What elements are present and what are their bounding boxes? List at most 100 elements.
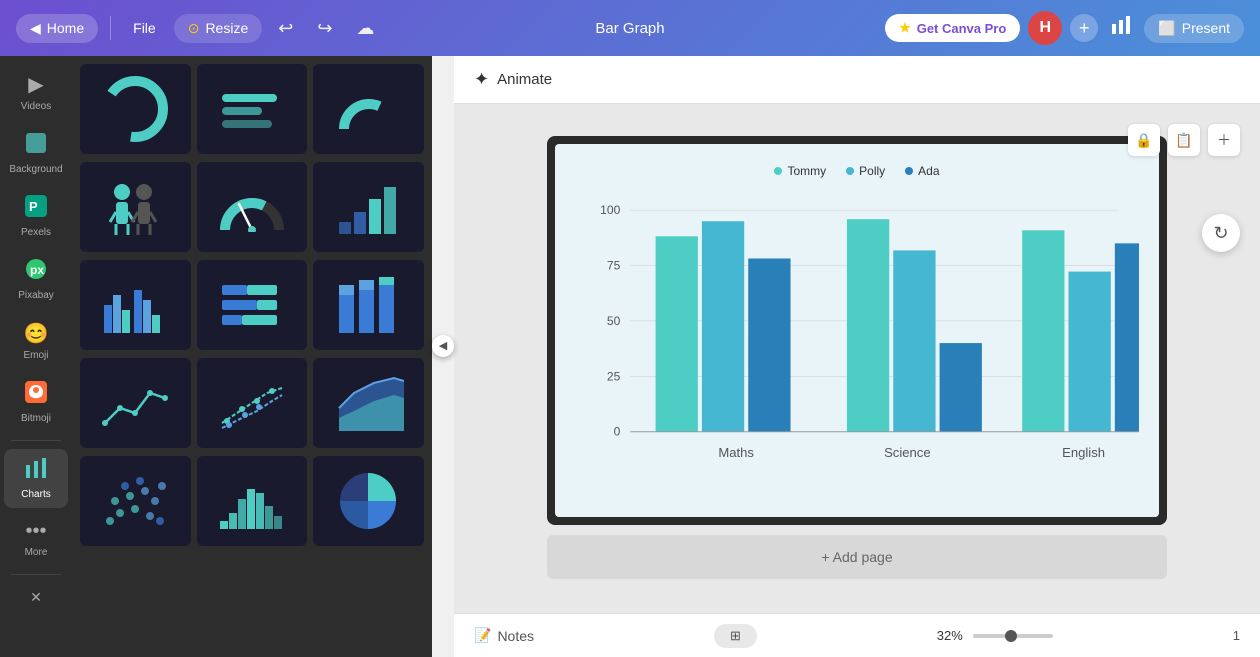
sidebar-item-bitmoji[interactable]: Bitmoji [4, 373, 68, 432]
svg-text:100: 100 [600, 203, 620, 217]
svg-text:px: px [30, 263, 44, 277]
svg-text:0: 0 [614, 425, 621, 439]
home-icon: ◀ [30, 20, 41, 37]
pexels-icon: P [25, 195, 47, 223]
charts-grid-row4 [80, 358, 424, 448]
legend-tommy: Tommy [774, 164, 826, 178]
chart-legend: Tommy Polly Ada [575, 164, 1139, 178]
hide-panel-button[interactable]: ◀ [432, 335, 454, 357]
legend-label-tommy: Tommy [787, 164, 826, 178]
sidebar-item-more-label: More [25, 547, 48, 558]
legend-dot-polly [846, 167, 854, 175]
sidebar-item-emoji-label: Emoji [23, 350, 48, 361]
background-icon [25, 132, 47, 160]
chart-thumb-histogram[interactable] [197, 456, 308, 546]
chart-thumb-horiz-stacked[interactable] [197, 260, 308, 350]
sidebar-item-background-label: Background [9, 164, 62, 175]
legend-label-ada: Ada [918, 164, 939, 178]
main-layout: ▶ Videos Background P Pexels px Pixabay … [0, 56, 1260, 657]
charts-grid-row5 [80, 456, 424, 546]
add-button[interactable]: ＋ [1208, 124, 1240, 156]
chart-thumb-half-donut[interactable] [313, 64, 424, 154]
zoom-slider[interactable] [973, 634, 1053, 638]
sidebar-item-pixabay-label: Pixabay [18, 290, 54, 301]
notes-label: Notes [497, 628, 534, 644]
chart-thumb-gauge[interactable] [197, 162, 308, 252]
file-button[interactable]: File [123, 14, 166, 42]
navbar: ◀ Home File ⊙ Resize ↩ ↪ ☁ Bar Graph ★ G… [0, 0, 1260, 56]
present-button[interactable]: ⬜ Present [1144, 14, 1244, 43]
svg-text:English: English [1062, 445, 1105, 460]
add-collaborator-button[interactable]: + [1070, 14, 1098, 42]
copy-button[interactable]: 📋 [1168, 124, 1200, 156]
chart-thumb-stacked-bar[interactable] [313, 260, 424, 350]
sidebar-item-more[interactable]: ••• More [4, 512, 68, 566]
show-pages-button[interactable]: ⊞ [714, 624, 757, 648]
nav-right: ★ Get Canva Pro H + ⬜ Present [885, 10, 1244, 46]
canva-pro-label: Get Canva Pro [917, 21, 1007, 36]
svg-text:P: P [29, 199, 38, 214]
zoom-value: 32% [937, 628, 963, 643]
notes-button[interactable]: 📝 Notes [474, 627, 534, 644]
svg-text:Maths: Maths [718, 445, 754, 460]
zoom-controls: 32% [937, 628, 1053, 643]
chart-thumb-donut[interactable] [80, 64, 191, 154]
legend-label-polly: Polly [859, 164, 885, 178]
pixabay-icon: px [25, 258, 47, 286]
sidebar-item-pexels-label: Pexels [21, 227, 51, 238]
refresh-button[interactable]: ↻ [1202, 214, 1240, 252]
charts-grid-row2 [80, 162, 424, 252]
undo-button[interactable]: ↩ [270, 12, 301, 45]
emoji-icon: 😊 [24, 321, 49, 346]
chart-thumb-bar-growing[interactable] [313, 162, 424, 252]
svg-text:75: 75 [607, 259, 621, 273]
animate-button[interactable]: ✦ Animate [474, 69, 552, 90]
resize-button[interactable]: ⊙ Resize [174, 14, 263, 43]
canva-pro-button[interactable]: ★ Get Canva Pro [885, 14, 1020, 42]
redo-button[interactable]: ↪ [309, 12, 340, 45]
home-button[interactable]: ◀ Home [16, 14, 98, 43]
bottom-bar: 📝 Notes ⊞ 32% 1 [454, 613, 1260, 657]
animate-label: Animate [497, 71, 552, 88]
legend-polly: Polly [846, 164, 885, 178]
sidebar-item-background[interactable]: Background [4, 124, 68, 183]
left-sidebar: ▶ Videos Background P Pexels px Pixabay … [0, 56, 72, 657]
sidebar-item-videos[interactable]: ▶ Videos [4, 64, 68, 120]
sidebar-close-button[interactable]: ✕ [24, 583, 48, 612]
sidebar-item-pixabay[interactable]: px Pixabay [4, 250, 68, 309]
resize-icon: ⊙ [188, 20, 200, 37]
charts-icon [25, 457, 47, 485]
page-number: 1 [1233, 628, 1240, 643]
chart-thumb-pie[interactable] [313, 456, 424, 546]
bar-chart-svg: 100 75 50 25 0 [575, 190, 1139, 502]
chart-thumb-line[interactable] [80, 358, 191, 448]
chart-thumb-grouped-bar[interactable] [80, 260, 191, 350]
sidebar-item-charts[interactable]: Charts [4, 449, 68, 508]
sidebar-item-emoji[interactable]: 😊 Emoji [4, 313, 68, 369]
chart-thumb-horizontal-bar[interactable] [197, 64, 308, 154]
chart-thumb-people[interactable] [80, 162, 191, 252]
lock-button[interactable]: 🔒 [1128, 124, 1160, 156]
chart-frame[interactable]: Tommy Polly Ada [547, 136, 1167, 525]
svg-text:Science: Science [884, 445, 931, 460]
canvas-content: Tommy Polly Ada [454, 104, 1260, 657]
canvas-toolbar: 🔒 📋 ＋ [1128, 124, 1240, 156]
cloud-button[interactable]: ☁ [348, 12, 382, 45]
chart-thumb-area[interactable] [313, 358, 424, 448]
nav-separator [110, 16, 111, 40]
sidebar-item-charts-label: Charts [21, 489, 50, 500]
present-icon: ⬜ [1158, 20, 1175, 37]
legend-dot-ada [905, 167, 913, 175]
chart-thumb-scatter[interactable] [197, 358, 308, 448]
videos-icon: ▶ [28, 72, 43, 97]
notes-icon: 📝 [474, 627, 491, 644]
chart-thumb-dot-scatter[interactable] [80, 456, 191, 546]
svg-text:50: 50 [607, 314, 621, 328]
home-label: Home [47, 20, 84, 36]
avatar-button[interactable]: H [1028, 11, 1062, 45]
content-panel [72, 56, 432, 657]
sidebar-item-pexels[interactable]: P Pexels [4, 187, 68, 246]
bitmoji-icon [25, 381, 47, 409]
analytics-button[interactable] [1106, 10, 1136, 46]
add-page-button[interactable]: + Add page [547, 535, 1167, 579]
